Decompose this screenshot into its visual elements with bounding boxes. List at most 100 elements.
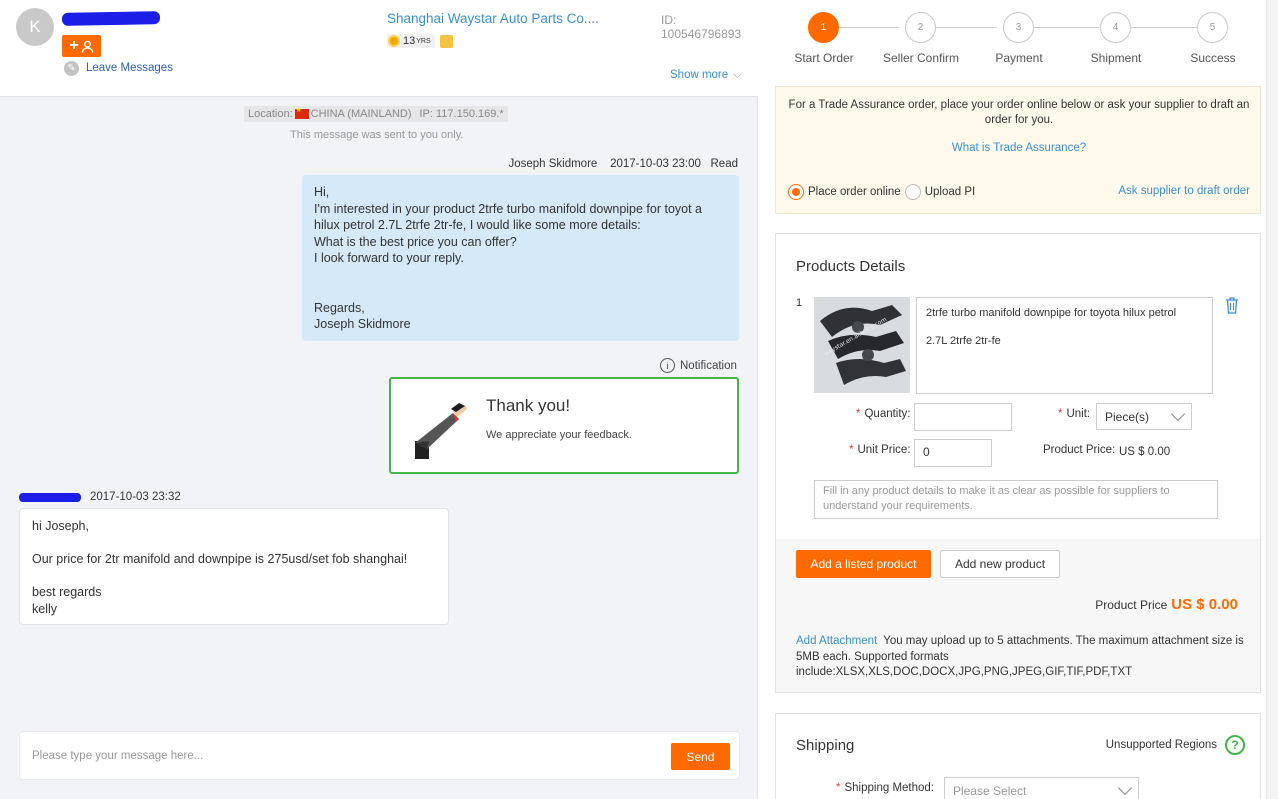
send-button[interactable]: Send xyxy=(671,743,730,770)
years-badge: 13 YRS xyxy=(387,34,435,48)
message-input[interactable] xyxy=(32,744,632,768)
plus-icon: + xyxy=(69,37,79,54)
total-product-price: Product Price US $ 0.00 xyxy=(1095,596,1238,613)
products-details-title: Products Details xyxy=(796,258,906,275)
years-suffix: YRS xyxy=(416,37,431,45)
notification-label: i Notification xyxy=(660,358,737,373)
quantity-input[interactable] xyxy=(914,403,1012,431)
order-progress-steps: 1 2 3 4 5 Start Order Seller Confirm Pay… xyxy=(759,0,1278,80)
avatar[interactable]: K xyxy=(16,8,54,46)
radio-upload-pi[interactable] xyxy=(904,184,921,200)
step-connector xyxy=(1131,27,1197,28)
step-2-circle: 2 xyxy=(905,12,936,43)
page-scrollbar[interactable] xyxy=(1266,0,1278,799)
chat-header: K + ✎ Leave Messages Shanghai Waystar Au… xyxy=(0,0,758,97)
upload-pi-label[interactable]: Upload PI xyxy=(925,186,976,198)
years-count: 13 xyxy=(403,35,416,47)
product-image[interactable]: waystar.en.alibaba.com xyxy=(814,297,910,393)
location-ip: IP: 117.150.169.* xyxy=(419,108,504,120)
show-more-link[interactable]: Show more ⌵ xyxy=(670,69,742,82)
product-price-value: US $ 0.00 xyxy=(1119,446,1171,458)
shipping-method-placeholder: Please Select xyxy=(953,784,1027,798)
step-2-label: Seller Confirm xyxy=(882,51,960,65)
feedback-card: Thank you! We appreciate your feedback. xyxy=(389,377,739,474)
my-message-bubble: Hi, I'm interested in your product 2trfe… xyxy=(302,175,739,341)
step-3-circle: 3 xyxy=(1003,12,1034,43)
step-1-label: Start Order xyxy=(794,51,854,65)
trade-assurance-text: For a Trade Assurance order, place your … xyxy=(788,99,1250,126)
help-icon[interactable]: ? xyxy=(1225,735,1245,755)
products-details-section: Products Details 1 waystar.en.alibaba.co… xyxy=(775,233,1261,693)
trade-assurance-box: For a Trade Assurance order, place your … xyxy=(775,86,1261,214)
gold-supplier-icon xyxy=(439,34,453,48)
unit-label: * Unit: xyxy=(1058,408,1091,420)
what-is-trade-assurance-link[interactable]: What is Trade Assurance? xyxy=(776,142,1262,154)
shipping-method-label-text: Shipping Method: xyxy=(844,782,934,794)
read-status: Read xyxy=(710,158,739,170)
step-4-circle: 4 xyxy=(1100,12,1131,43)
add-contact-button[interactable]: + xyxy=(62,35,101,57)
redacted-seller-name xyxy=(19,493,81,502)
step-5-circle: 5 xyxy=(1197,12,1228,43)
quantity-label-text: Quantity: xyxy=(864,408,911,420)
show-more-label: Show more xyxy=(670,69,729,81)
step-5-label: Success xyxy=(1190,51,1236,65)
add-new-product-button[interactable]: Add new product xyxy=(940,550,1060,578)
location-tag: Location: CHINA (MAINLAND) IP: 117.150.1… xyxy=(244,106,508,122)
member-id: ID: 100546796893 xyxy=(661,13,742,41)
company-name-link[interactable]: Shanghai Waystar Auto Parts Co.... xyxy=(387,11,599,26)
step-3-label: Payment xyxy=(995,51,1043,65)
product-price-label: Product Price: xyxy=(1043,444,1116,456)
step-1-circle: 1 xyxy=(808,12,839,43)
location-prefix: Location: xyxy=(248,108,293,120)
unit-price-input[interactable]: 0 xyxy=(914,439,992,467)
message-timestamp: 2017-10-03 23:00 xyxy=(610,158,701,170)
chevron-down-icon xyxy=(1170,406,1186,422)
step-4-label: Shipment xyxy=(1090,51,1142,65)
shipping-title: Shipping xyxy=(796,737,855,754)
add-attachment-link[interactable]: Add Attachment xyxy=(796,635,877,647)
step-connector xyxy=(839,27,899,28)
china-flag-icon xyxy=(294,106,309,119)
ask-supplier-draft-link[interactable]: Ask supplier to draft order xyxy=(1118,185,1250,197)
radio-place-order-online[interactable] xyxy=(788,184,804,200)
person-icon xyxy=(81,40,93,53)
thanks-title: Thank you! xyxy=(486,396,571,415)
sent-note: This message was sent to you only. xyxy=(290,129,464,141)
location-country: CHINA (MAINLAND) xyxy=(310,108,412,120)
seller-message-bubble: hi Joseph, Our price for 2tr manifold an… xyxy=(19,508,449,625)
reply-timestamp: 2017-10-03 23:32 xyxy=(90,491,181,503)
redacted-contact-name xyxy=(61,11,161,26)
place-order-online-label[interactable]: Place order online xyxy=(808,186,901,198)
quantity-label: * Quantity: xyxy=(856,408,911,420)
step-connector xyxy=(936,27,997,28)
unit-price-label-text: Unit Price: xyxy=(857,444,911,456)
shipping-method-select[interactable]: Please Select xyxy=(944,777,1139,799)
my-message-meta: Joseph Skidmore 2017-10-03 23:00 Read xyxy=(508,158,738,170)
leave-messages-link[interactable]: Leave Messages xyxy=(86,62,173,74)
total-price-value: US $ 0.00 xyxy=(1171,596,1238,613)
chat-pane: K + ✎ Leave Messages Shanghai Waystar Au… xyxy=(0,0,758,799)
bowing-person-icon xyxy=(415,403,467,459)
unit-label-text: Unit: xyxy=(1066,408,1091,420)
medal-icon xyxy=(388,35,400,47)
thanks-text: We appreciate your feedback. xyxy=(486,429,632,441)
supplier-badges: 13 YRS xyxy=(387,34,453,48)
chevron-down-icon: ⌵ xyxy=(733,69,742,81)
unit-price-label: * Unit Price: xyxy=(849,444,911,456)
product-details-textarea[interactable]: Fill in any product details to make it a… xyxy=(814,480,1218,519)
notification-text: Notification xyxy=(680,359,737,372)
message-icon: ✎ xyxy=(64,61,79,76)
unsupported-regions[interactable]: Unsupported Regions ? xyxy=(1106,735,1245,755)
order-pane: 1 2 3 4 5 Start Order Seller Confirm Pay… xyxy=(759,0,1278,799)
product-actions-area: Add a listed product Add new product Pro… xyxy=(776,539,1260,692)
trash-icon[interactable] xyxy=(1224,296,1240,314)
sender-name: Joseph Skidmore xyxy=(508,158,598,170)
add-listed-product-button[interactable]: Add a listed product xyxy=(796,550,931,578)
shipping-section: Shipping Unsupported Regions ? * Shipping… xyxy=(775,713,1261,799)
total-price-label: Product Price xyxy=(1095,598,1168,612)
unit-select[interactable]: Piece(s) xyxy=(1096,403,1192,430)
manifold-photo: waystar.en.alibaba.com xyxy=(814,297,910,393)
item-number: 1 xyxy=(796,297,803,309)
product-description-field[interactable]: 2trfe turbo manifold downpipe for toyota… xyxy=(916,297,1213,394)
